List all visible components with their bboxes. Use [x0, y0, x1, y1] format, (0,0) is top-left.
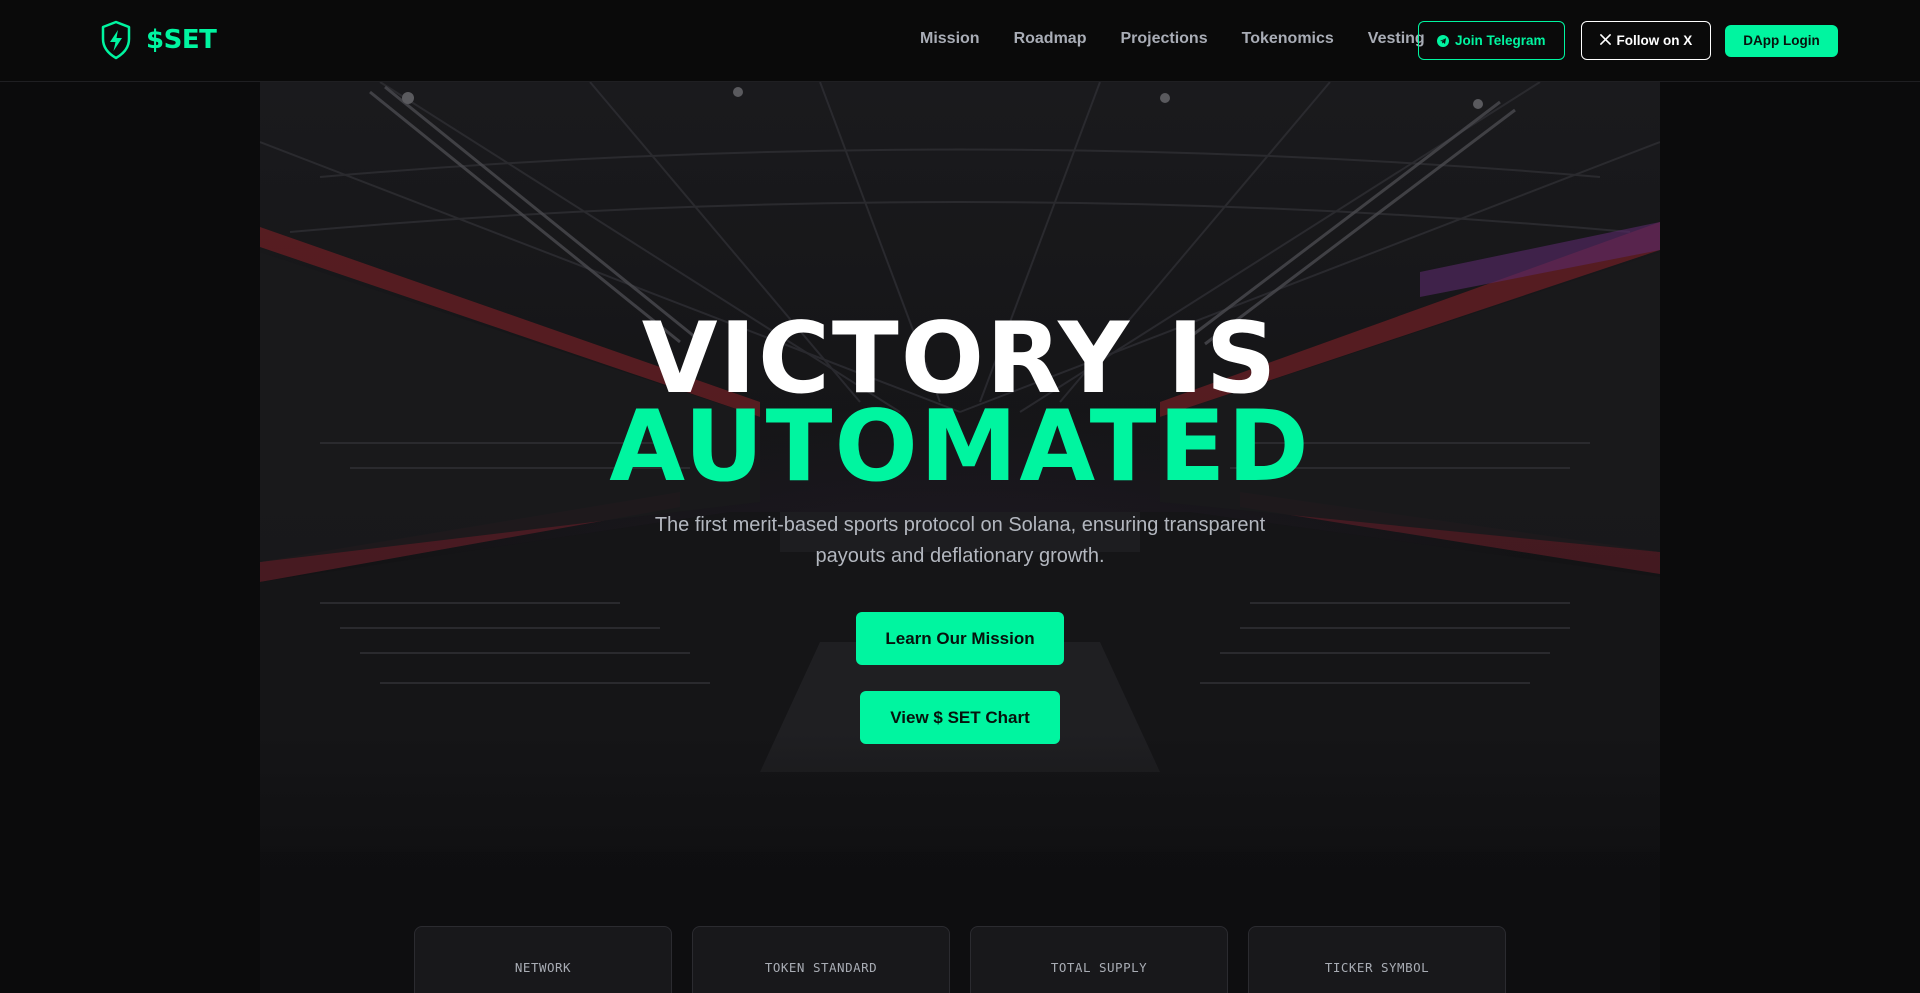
stat-label: TICKER SYMBOL	[1324, 960, 1430, 975]
join-telegram-label: Join Telegram	[1455, 33, 1546, 48]
hero-title-line-2: AUTOMATED	[609, 390, 1311, 504]
stat-label: NETWORK	[514, 960, 572, 975]
dapp-login-button[interactable]: DApp Login	[1725, 24, 1838, 57]
stat-label: TOTAL SUPPLY	[1050, 960, 1148, 975]
nav-link-projections[interactable]: Projections	[1120, 30, 1207, 48]
nav-actions: Join Telegram Follow on X DApp Login	[1418, 21, 1838, 60]
token-stats-row: NETWORK TOKEN STANDARD TOTAL SUPPLY TICK…	[414, 926, 1506, 993]
top-nav: $SET Mission Roadmap Projections Tokenom…	[0, 0, 1920, 82]
nav-link-roadmap[interactable]: Roadmap	[1014, 30, 1087, 48]
stat-label: TOKEN STANDARD	[764, 960, 878, 975]
x-logo-icon	[1599, 33, 1611, 48]
shield-lightning-icon	[100, 20, 132, 60]
learn-mission-button[interactable]: Learn Our Mission	[856, 612, 1064, 665]
stat-card-ticker-symbol: TICKER SYMBOL	[1248, 926, 1506, 993]
stat-card-network: NETWORK	[414, 926, 672, 993]
nav-link-mission[interactable]: Mission	[920, 30, 980, 48]
nav-link-vesting[interactable]: Vesting	[1368, 30, 1425, 48]
nav-link-tokenomics[interactable]: Tokenomics	[1242, 30, 1334, 48]
follow-on-x-button[interactable]: Follow on X	[1580, 21, 1712, 60]
join-telegram-button[interactable]: Join Telegram	[1418, 21, 1565, 60]
hero-subtitle: The first merit-based sports protocol on…	[654, 514, 1266, 567]
stat-card-token-standard: TOKEN STANDARD	[692, 926, 950, 993]
brand-name: $SET	[146, 25, 217, 55]
telegram-icon	[1437, 34, 1449, 47]
view-chart-button[interactable]: View $ SET Chart	[860, 691, 1060, 744]
stat-card-total-supply: TOTAL SUPPLY	[970, 926, 1228, 993]
follow-on-x-label: Follow on X	[1616, 33, 1693, 48]
nav-links: Mission Roadmap Projections Tokenomics V…	[920, 0, 1425, 78]
brand-logo-link[interactable]: $SET	[100, 20, 217, 60]
